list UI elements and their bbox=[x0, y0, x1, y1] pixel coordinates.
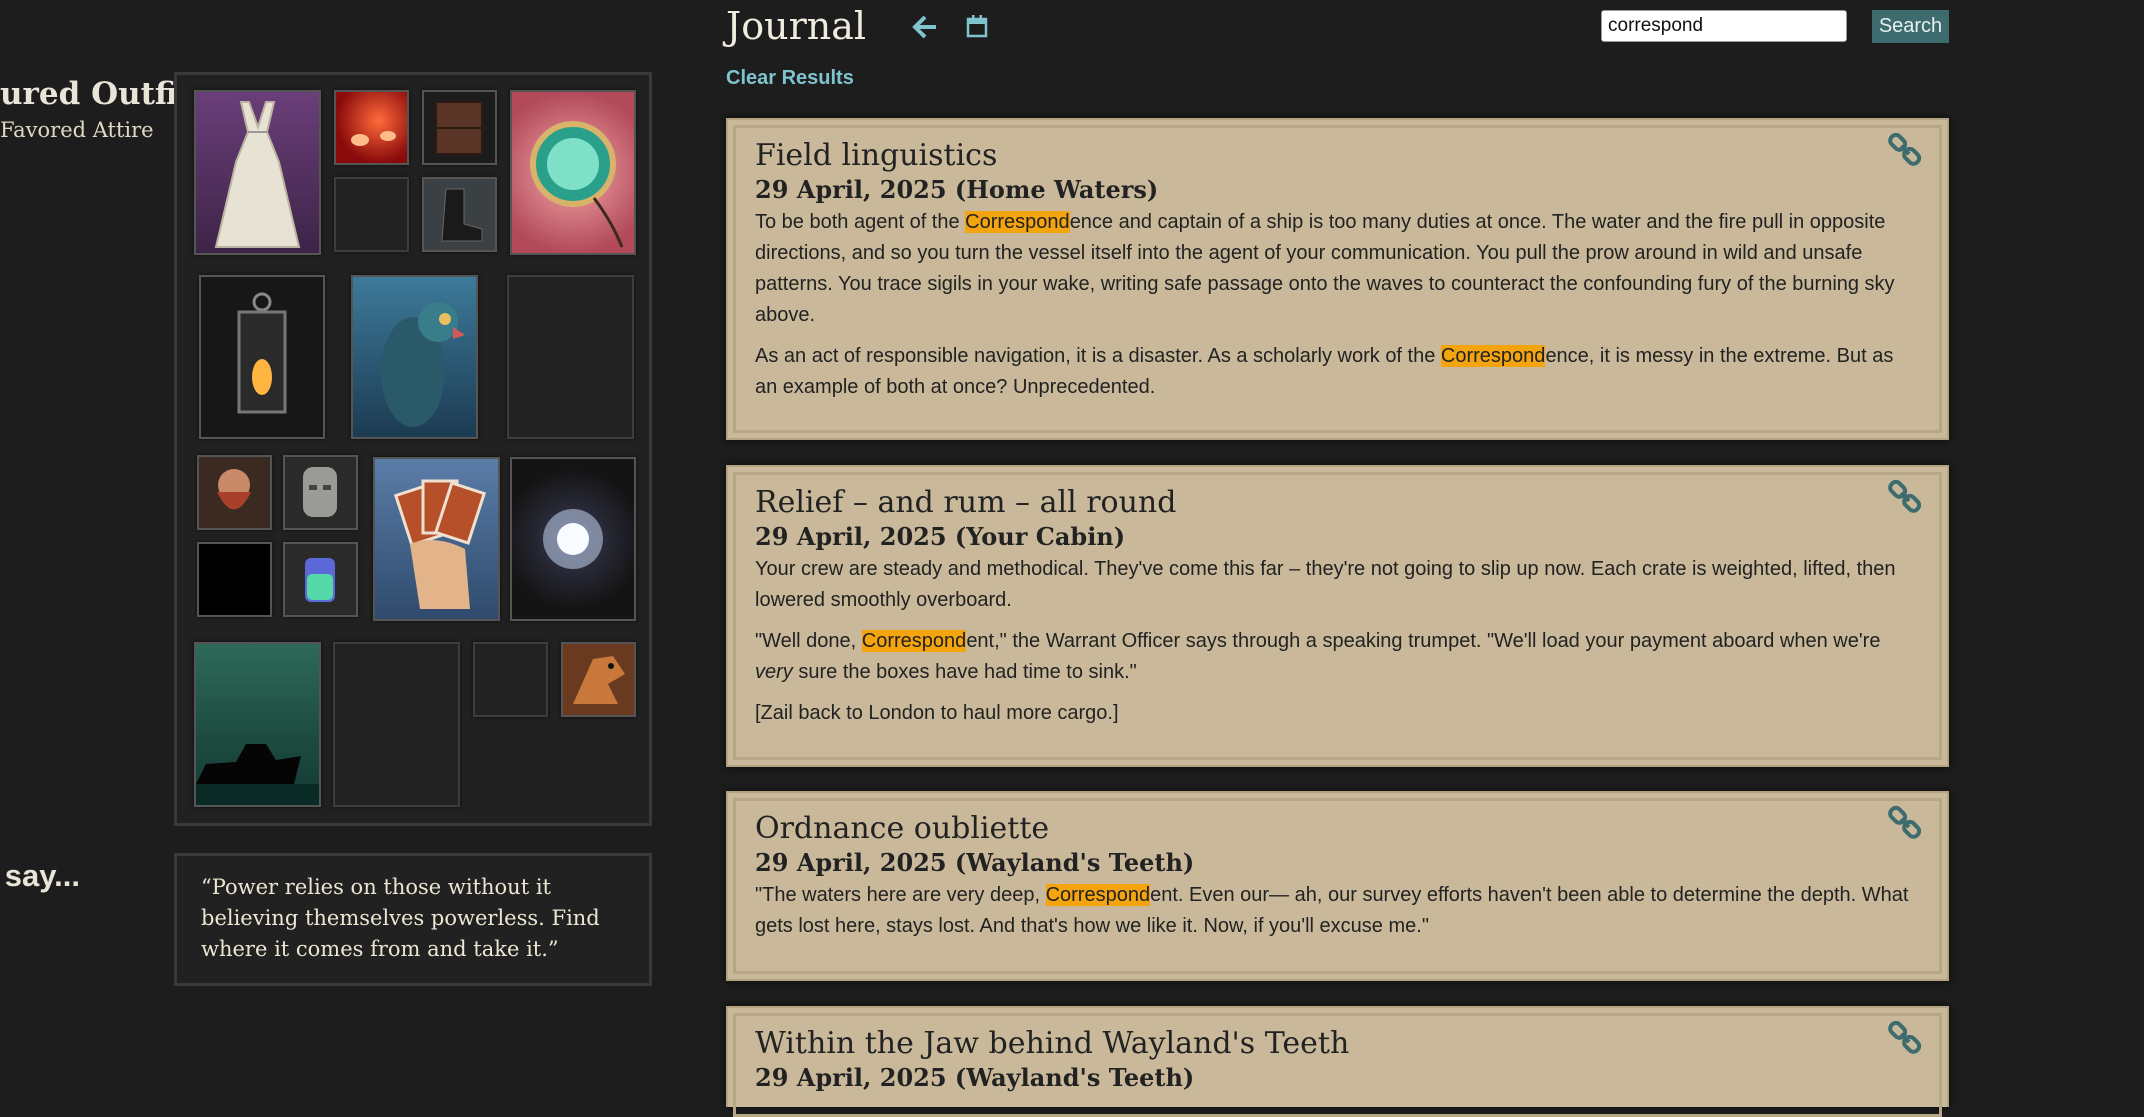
journal-entry: Within the Jaw behind Wayland's Teeth 29… bbox=[726, 1006, 1949, 1117]
stone-head-icon bbox=[303, 467, 337, 517]
entry-title: Ordnance oubliette bbox=[755, 811, 1050, 846]
red-flame-icon bbox=[351, 131, 396, 146]
entry-paragraph: [Zail back to London to haul more cargo.… bbox=[755, 702, 1119, 724]
calendar-button[interactable] bbox=[966, 14, 988, 38]
journal-entry: Field linguistics 29 April, 2025 (Home W… bbox=[726, 118, 1949, 440]
search-highlight: Correspond bbox=[861, 630, 967, 652]
search-highlight: Correspond bbox=[965, 211, 1070, 233]
hound-slot[interactable] bbox=[561, 642, 636, 717]
search-highlight: Correspond bbox=[1440, 345, 1546, 367]
search-input[interactable] bbox=[1601, 10, 1847, 42]
glowing-light-icon bbox=[543, 509, 603, 569]
crate-slot[interactable] bbox=[422, 90, 497, 165]
stone-head-slot[interactable] bbox=[283, 455, 358, 530]
ship-silhouette-icon bbox=[196, 744, 319, 805]
amulet-slot[interactable] bbox=[510, 90, 636, 255]
back-button[interactable] bbox=[912, 14, 938, 40]
boot-icon bbox=[441, 188, 483, 242]
journal-entry: Relief – and rum – all round 29 April, 2… bbox=[726, 465, 1949, 767]
entry-title: Field linguistics bbox=[755, 138, 998, 173]
bearded-man-icon bbox=[217, 469, 251, 510]
clear-results-link[interactable]: Clear Results bbox=[726, 67, 854, 90]
glowing-jar-icon bbox=[305, 558, 335, 602]
playing-cards-icon bbox=[393, 479, 487, 609]
empty-medium-slot[interactable] bbox=[507, 275, 634, 439]
entry-paragraph: As an act of responsible navigation, it … bbox=[755, 345, 1894, 398]
black-slot[interactable] bbox=[197, 542, 272, 617]
entry-paragraph: "Well done, Correspondent," the Warrant … bbox=[755, 630, 1881, 683]
empty-small-slot-2[interactable] bbox=[473, 642, 548, 717]
search-button[interactable]: Search bbox=[1872, 10, 1949, 43]
entry-body: To be both agent of the Correspondence a… bbox=[755, 207, 1920, 403]
lantern-icon bbox=[237, 292, 287, 414]
lantern-slot[interactable] bbox=[199, 275, 325, 439]
outfit-title: ured Outfit bbox=[0, 76, 192, 112]
link-icon[interactable] bbox=[1887, 479, 1923, 515]
flame-slot[interactable] bbox=[334, 90, 409, 165]
link-icon[interactable] bbox=[1887, 132, 1923, 168]
quote-text: “Power relies on those without it believ… bbox=[201, 875, 600, 961]
boot-slot[interactable] bbox=[422, 177, 497, 252]
journal-entry: Ordnance oubliette 29 April, 2025 (Wayla… bbox=[726, 791, 1949, 981]
entry-date: 29 April, 2025 (Your Cabin) bbox=[755, 522, 1126, 551]
hound-icon bbox=[573, 656, 625, 704]
outfit-subtitle: Favored Attire bbox=[0, 118, 154, 142]
entry-body: Your crew are steady and methodical. The… bbox=[755, 554, 1920, 729]
entry-date: 29 April, 2025 (Wayland's Teeth) bbox=[755, 848, 1195, 877]
equipment-panel bbox=[174, 72, 652, 826]
jar-slot[interactable] bbox=[283, 542, 358, 617]
cards-slot[interactable] bbox=[373, 457, 500, 621]
calendar-icon bbox=[966, 15, 988, 38]
entry-paragraph: To be both agent of the Correspondence a… bbox=[755, 211, 1895, 326]
parrot-slot[interactable] bbox=[351, 275, 478, 439]
empty-small-slot[interactable] bbox=[334, 177, 409, 252]
ship-slot[interactable] bbox=[194, 642, 321, 807]
search-highlight: Correspond bbox=[1045, 884, 1151, 906]
green-amulet-icon bbox=[530, 121, 624, 248]
empty-large-slot[interactable] bbox=[333, 642, 460, 807]
entry-title: Relief – and rum – all round bbox=[755, 485, 1177, 520]
page-title: Journal bbox=[726, 4, 867, 48]
entry-paragraph: "The waters here are very deep, Correspo… bbox=[755, 884, 1909, 937]
say-heading: say... bbox=[4, 858, 80, 893]
entry-date: 29 April, 2025 (Home Waters) bbox=[755, 175, 1159, 204]
entry-date: 29 April, 2025 (Wayland's Teeth) bbox=[755, 1063, 1195, 1092]
quote-box: “Power relies on those without it believ… bbox=[174, 853, 652, 986]
entry-body: "The waters here are very deep, Correspo… bbox=[755, 880, 1920, 942]
light-slot[interactable] bbox=[510, 457, 636, 621]
parrot-icon bbox=[381, 302, 465, 427]
white-dress-icon bbox=[214, 101, 301, 248]
arrow-left-icon bbox=[912, 15, 936, 39]
link-icon[interactable] bbox=[1887, 1020, 1923, 1056]
bearded-man-slot[interactable] bbox=[197, 455, 272, 530]
entry-paragraph: Your crew are steady and methodical. The… bbox=[755, 558, 1896, 611]
entry-title: Within the Jaw behind Wayland's Teeth bbox=[755, 1026, 1350, 1061]
wooden-crate-icon bbox=[435, 101, 483, 155]
dress-slot[interactable] bbox=[194, 90, 321, 255]
link-icon[interactable] bbox=[1887, 805, 1923, 841]
